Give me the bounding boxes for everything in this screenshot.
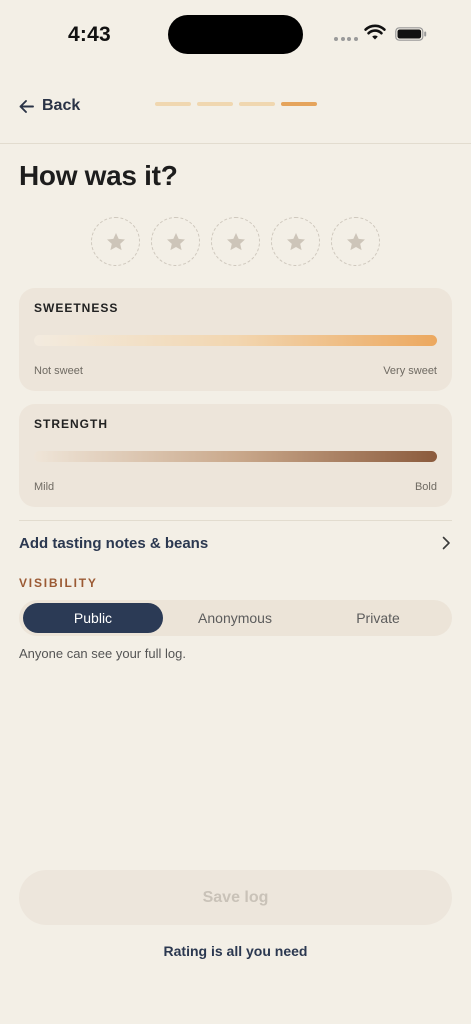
progress-step-current — [281, 102, 317, 106]
page-title: How was it? — [19, 160, 178, 191]
progress-step — [197, 102, 233, 106]
star-icon — [226, 232, 245, 250]
star-4-button[interactable] — [271, 217, 320, 266]
add-tasting-notes-row[interactable]: Add tasting notes & beans — [19, 528, 453, 558]
progress-step — [239, 102, 275, 106]
strength-slider[interactable] — [34, 451, 437, 462]
sweetness-label: SWEETNESS — [34, 301, 119, 315]
back-label: Back — [42, 97, 81, 114]
star-rating — [91, 217, 380, 266]
strength-min-label: Mild — [34, 481, 55, 493]
header-divider — [0, 143, 471, 144]
progress-step — [155, 102, 191, 106]
notes-divider — [19, 520, 452, 521]
sweetness-min-label: Not sweet — [34, 365, 83, 377]
star-icon — [106, 232, 125, 250]
status-time: 4:43 — [68, 23, 111, 46]
wifi-icon — [364, 24, 386, 40]
sweetness-max-label: Very sweet — [383, 365, 437, 377]
visibility-option-private[interactable]: Private — [308, 603, 448, 633]
back-button[interactable]: Back — [18, 94, 80, 118]
strength-label: STRENGTH — [34, 417, 108, 431]
visibility-option-anonymous[interactable]: Anonymous — [165, 603, 305, 633]
arrow-left-icon — [19, 99, 34, 113]
chevron-right-icon — [442, 536, 450, 550]
sweetness-slider[interactable] — [34, 335, 437, 346]
footer-note: Rating is all you need — [163, 943, 308, 959]
star-icon — [166, 232, 185, 250]
strength-max-label: Bold — [414, 481, 437, 493]
dynamic-island — [168, 15, 303, 54]
star-3-button[interactable] — [211, 217, 260, 266]
visibility-option-public[interactable]: Public — [23, 603, 163, 633]
save-log-button[interactable]: Save log — [19, 870, 452, 925]
visibility-help-text: Anyone can see your full log. — [19, 646, 186, 661]
signal-dots-icon — [334, 37, 358, 41]
visibility-label: VISIBILITY — [19, 576, 98, 590]
star-icon — [286, 232, 305, 250]
strength-card: STRENGTH Mild Bold — [19, 404, 452, 507]
star-icon — [346, 232, 365, 250]
sweetness-card: SWEETNESS Not sweet Very sweet — [19, 288, 452, 391]
visibility-segmented-control: Public Anonymous Private — [19, 600, 452, 636]
status-bar: 4:43 — [0, 0, 471, 70]
step-progress — [155, 102, 317, 106]
star-5-button[interactable] — [331, 217, 380, 266]
star-1-button[interactable] — [91, 217, 140, 266]
star-2-button[interactable] — [151, 217, 200, 266]
save-log-label: Save log — [202, 888, 269, 906]
add-tasting-notes-label: Add tasting notes & beans — [19, 534, 209, 552]
battery-icon — [395, 27, 427, 41]
